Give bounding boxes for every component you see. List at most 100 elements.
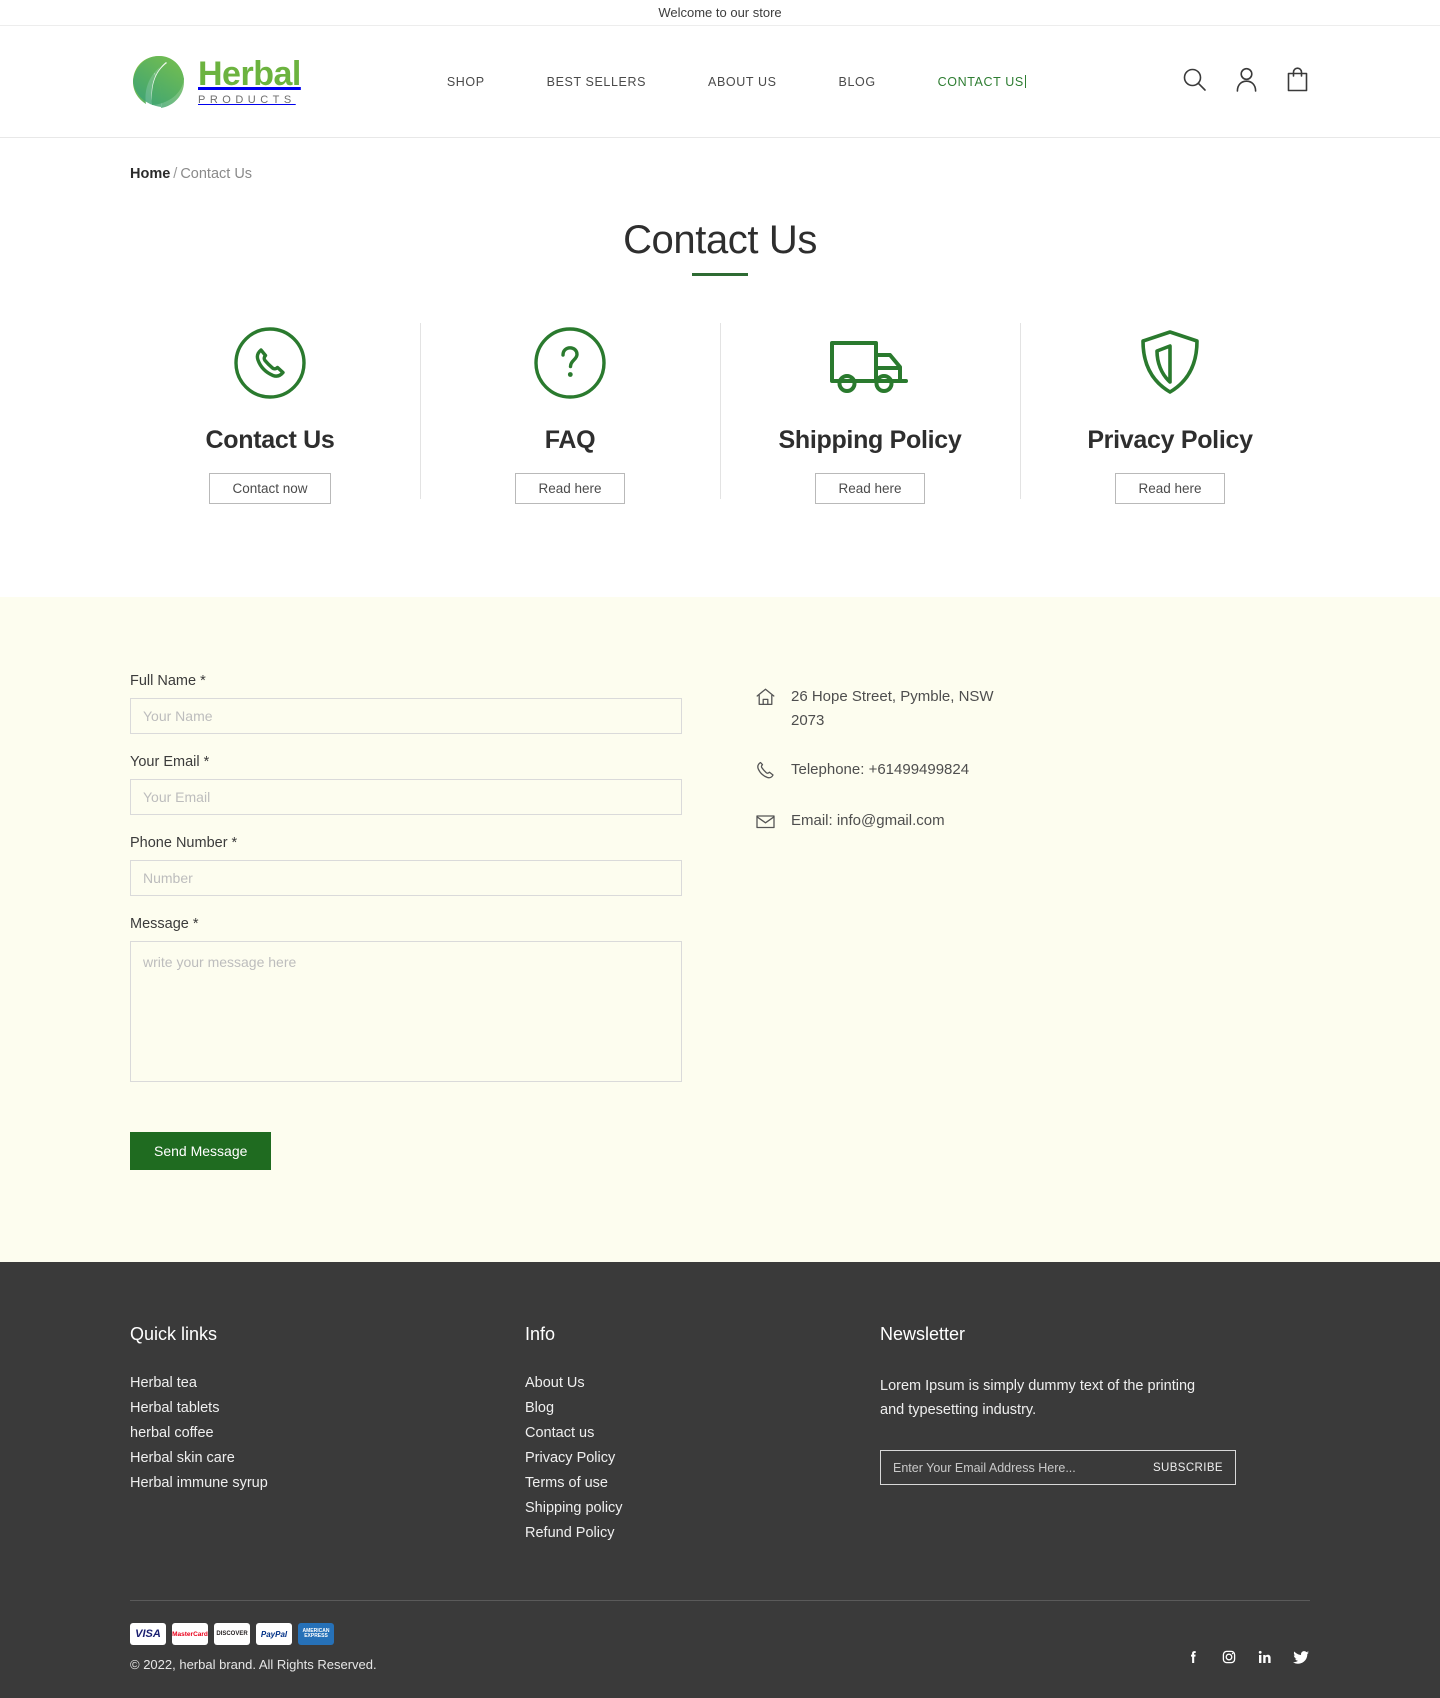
feature-title: Shipping Policy [778,426,962,454]
page-title: Contact Us [623,218,817,262]
feature-title: Contact Us [205,426,335,454]
privacy-read-here-button[interactable]: Read here [1115,473,1225,504]
newsletter-title: Newsletter [880,1324,966,1344]
breadcrumb-current: Contact Us [180,166,253,182]
field-full-name: Full Name * [130,673,682,734]
footer-column-newsletter: Newsletter Lorem Ipsum is simply dummy t… [880,1324,1280,1550]
faq-read-here-button[interactable]: Read here [515,473,625,504]
instagram-icon[interactable] [1221,1649,1237,1670]
footer-link-about-us[interactable]: About Us [525,1375,880,1391]
full-name-label: Full Name * [130,673,206,689]
amex-icon: AMERICAN EXPRESS [298,1623,334,1645]
newsletter-email-input[interactable] [881,1460,1141,1475]
linkedin-icon[interactable] [1257,1649,1273,1670]
site-header: Herbal PRODUCTS SHOP BEST SELLERS ABOUT … [0,26,1440,138]
send-message-button[interactable]: Send Message [130,1132,272,1170]
footer-link-shipping-policy[interactable]: Shipping policy [525,1500,880,1516]
message-textarea[interactable] [130,941,682,1082]
footer-link-herbal-coffee[interactable]: herbal coffee [130,1425,525,1441]
shopping-bag-icon[interactable] [1285,66,1310,98]
main-navigation: SHOP BEST SELLERS ABOUT US BLOG CONTACT … [447,75,1026,89]
phone-icon [755,758,777,785]
footer-link-contact-us[interactable]: Contact us [525,1425,880,1441]
field-email: Your Email * [130,754,682,815]
shipping-read-here-button[interactable]: Read here [815,473,925,504]
email-input[interactable] [130,779,682,815]
mastercard-icon: MasterCard [172,1623,208,1645]
announcement-bar: Welcome to our store [0,0,1440,26]
info-title: Info [525,1324,556,1344]
email-label: Your Email * [130,754,210,770]
footer-link-herbal-immune-syrup[interactable]: Herbal immune syrup [130,1475,525,1491]
discover-icon: DISCOVER [214,1623,250,1645]
footer-link-herbal-skin-care[interactable]: Herbal skin care [130,1450,525,1466]
announcement-text: Welcome to our store [658,5,782,20]
user-account-icon[interactable] [1234,66,1259,98]
newsletter-description: Lorem Ipsum is simply dummy text of the … [880,1378,1196,1418]
telephone-text: Telephone: +61499499824 [791,760,970,778]
feature-title: Privacy Policy [1087,426,1253,454]
phone-circle-icon [130,322,410,404]
address-text: 26 Hope Street, Pymble, NSW 2073 [791,688,994,730]
feature-cards: Contact Us Contact now FAQ Read here Shi [0,318,1440,504]
payment-methods: VISA MasterCard DISCOVER PayPal AMERICAN… [130,1623,377,1645]
full-name-input[interactable] [130,698,682,734]
logo-subtitle: PRODUCTS [198,94,296,106]
visa-icon: VISA [130,1623,166,1645]
subscribe-button[interactable]: SUBSCRIBE [1141,1462,1235,1474]
nav-item-best-sellers[interactable]: BEST SELLERS [547,75,646,89]
phone-label: Phone Number * [130,835,238,851]
contact-info-phone: Telephone: +61499499824 [755,758,1021,785]
footer-link-herbal-tea[interactable]: Herbal tea [130,1375,525,1391]
breadcrumb-home[interactable]: Home [130,166,170,182]
breadcrumb: Home / Contact Us [0,138,1440,182]
footer-column-quick-links: Quick links Herbal tea Herbal tablets he… [130,1324,525,1550]
contact-info-panel: 26 Hope Street, Pymble, NSW 2073 Telepho… [755,673,1021,1170]
header-actions [1181,66,1310,98]
footer-link-terms-of-use[interactable]: Terms of use [525,1475,880,1491]
footer-bottom-bar: VISA MasterCard DISCOVER PayPal AMERICAN… [130,1601,1310,1698]
twitter-icon[interactable] [1293,1649,1310,1670]
nav-item-blog[interactable]: BLOG [839,75,876,89]
footer-link-refund-policy[interactable]: Refund Policy [525,1525,880,1541]
contact-now-button[interactable]: Contact now [209,473,331,504]
logo-wordmark: Herbal [198,55,301,93]
breadcrumb-separator: / [173,166,178,182]
copyright-text: © 2022, herbal brand. All Rights Reserve… [130,1657,377,1672]
contact-info-address: 26 Hope Street, Pymble, NSW 2073 [755,685,1021,734]
leaf-circle-icon [130,53,188,111]
facebook-icon[interactable] [1185,1649,1201,1670]
question-circle-icon [430,322,710,404]
social-links [1185,1649,1310,1672]
site-logo[interactable]: Herbal PRODUCTS [130,53,301,111]
envelope-icon [755,809,777,836]
home-icon [755,685,777,712]
page-title-section: Contact Us [0,218,1440,276]
shield-icon [1030,322,1310,404]
quick-links-title: Quick links [130,1324,218,1344]
footer-link-blog[interactable]: Blog [525,1400,880,1416]
nav-item-about-us[interactable]: ABOUT US [708,75,776,89]
feature-card-contact-us: Contact Us Contact now [120,318,420,504]
phone-input[interactable] [130,860,682,896]
contact-form: Full Name * Your Email * Phone Number * … [130,673,682,1170]
contact-info-email: Email: info@gmail.com [755,809,1021,836]
footer-column-info: Info About Us Blog Contact us Privacy Po… [525,1324,880,1550]
feature-card-privacy-policy: Privacy Policy Read here [1020,318,1320,504]
title-underline [692,273,748,276]
nav-item-shop[interactable]: SHOP [447,75,485,89]
delivery-truck-icon [730,322,1010,404]
newsletter-form: SUBSCRIBE [880,1450,1236,1486]
search-icon[interactable] [1181,66,1208,98]
feature-card-faq: FAQ Read here [420,318,720,504]
field-message: Message * [130,916,682,1082]
feature-card-shipping-policy: Shipping Policy Read here [720,318,1020,504]
message-label: Message * [130,916,199,932]
paypal-icon: PayPal [256,1623,292,1645]
nav-item-contact-us[interactable]: CONTACT US [938,75,1026,89]
footer-link-herbal-tablets[interactable]: Herbal tablets [130,1400,525,1416]
email-text: Email: info@gmail.com [791,811,945,829]
footer-link-privacy-policy[interactable]: Privacy Policy [525,1450,880,1466]
feature-title: FAQ [544,426,596,454]
field-phone: Phone Number * [130,835,682,896]
